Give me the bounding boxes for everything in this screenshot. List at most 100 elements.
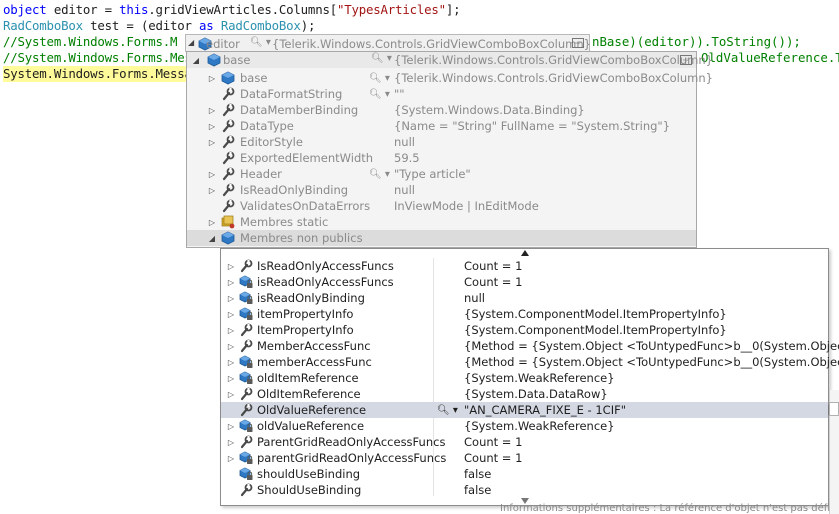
datatip-root-value: {Telerik.Windows.Controls.GridViewComboB… <box>272 37 591 51</box>
code-token: editor = <box>46 2 120 17</box>
expand-arrow-icon[interactable]: ▷ <box>227 389 235 399</box>
expand-arrow-icon[interactable]: ▷ <box>227 261 235 271</box>
property-icon <box>221 87 235 101</box>
subpanel-row[interactable]: shouldUseBinding false <box>221 466 828 482</box>
magnifier-icon[interactable]: 🔍︎ ▾ <box>371 53 392 64</box>
subpanel-row[interactable]: OldValueReference 🔍︎ ▾ "AN_CAMERA_FIXE_E -… <box>221 402 839 418</box>
panel-row-name: ValidatesOnDataErrors <box>240 199 371 213</box>
panel-row[interactable]: ◢ Membres non publics <box>187 230 696 246</box>
panel-row[interactable]: ▷ IsReadOnlyBinding null <box>187 182 696 198</box>
scroll-up-icon[interactable] <box>520 249 530 257</box>
datatip-panel: ◢ base 🔍︎ ▾ {Telerik.Windows.Controls.Gr… <box>186 51 713 248</box>
panel-row-value: null <box>394 183 415 197</box>
panel-row-name: Membres non publics <box>240 231 363 245</box>
expand-arrow-icon[interactable]: ▷ <box>208 105 216 115</box>
panel-row-name: Membres static <box>240 215 329 229</box>
expand-arrow-icon[interactable]: ▷ <box>227 293 235 303</box>
magnifier-icon[interactable]: 🔍︎ ▾ <box>369 87 391 101</box>
subpanel-row[interactable]: ▷ OldItemReference {System.Data.DataRow} <box>221 386 828 402</box>
subpanel-row[interactable]: ▷ memberAccessFunc {Method = {System.Objec… <box>221 354 839 370</box>
code-token: RadComboBox <box>220 18 301 33</box>
code-token: RadComboBox <box>3 18 83 33</box>
subpanel-row[interactable]: ▷ parentGridReadOnlyAccessFuncs Count = 1 <box>221 450 828 466</box>
expand-arrow-icon[interactable]: ▷ <box>208 137 216 147</box>
subpanel-row-value: {System.Data.DataRow} <box>464 387 608 401</box>
property-icon <box>239 323 253 337</box>
property-icon <box>221 135 235 149</box>
panel-row[interactable]: ▷ Membres static <box>187 214 696 230</box>
expand-arrow-icon[interactable]: ▷ <box>227 373 235 383</box>
collapse-arrow-icon[interactable]: ◢ <box>208 233 216 243</box>
datatip-root-name: editor <box>206 37 240 51</box>
expand-arrow-icon[interactable]: ▷ <box>227 325 235 335</box>
code-token: object <box>3 2 47 17</box>
expand-arrow-icon[interactable]: ▷ <box>227 357 235 367</box>
magnifier-icon[interactable]: 🔍︎ ▾ <box>369 71 391 85</box>
magnifier-icon[interactable]: 🔍︎ ▾ <box>369 167 391 181</box>
property-icon <box>221 119 235 133</box>
subpanel-row-value: {Method = {System.Object <ToUntypedFunc>… <box>464 339 839 353</box>
subpanel-row-name: ShouldUseBinding <box>257 483 362 497</box>
code-line-2: RadComboBox test = (editor as RadComboBo… <box>3 18 315 34</box>
expand-arrow-icon[interactable]: ▷ <box>208 73 216 83</box>
private-field-icon <box>239 371 253 385</box>
panel-row[interactable]: ▷ base 🔍︎ ▾ {Telerik.Windows.Controls.GridV… <box>187 70 713 86</box>
subpanel-row[interactable]: ▷ isReadOnlyBinding null <box>221 290 828 306</box>
panel-row[interactable]: ExportedElementWidth 59.5 <box>187 150 696 166</box>
pin-icon[interactable]: ⇨ <box>572 38 584 48</box>
subpanel-row-name: itemPropertyInfo <box>257 307 354 321</box>
panel-row[interactable]: ▷ EditorStyle null <box>187 134 696 150</box>
expand-arrow-icon[interactable]: ▷ <box>227 341 235 351</box>
expand-arrow-icon[interactable]: ▷ <box>227 437 235 447</box>
subpanel-row[interactable]: ▷ MemberAccessFunc {Method = {System.Objec… <box>221 338 839 354</box>
property-icon <box>239 259 253 273</box>
panel-row[interactable]: ▷ Header 🔍︎ ▾ "Type article" <box>187 166 696 182</box>
expand-arrow-icon[interactable]: ▷ <box>227 277 235 287</box>
expand-arrow-icon[interactable]: ▷ <box>227 421 235 431</box>
panel-row[interactable]: ▷ DataType {Name = "String" FullName = "Sy… <box>187 118 696 134</box>
magnifier-icon[interactable]: 🔍︎ ▾ <box>437 403 459 417</box>
subpanel-row[interactable]: ShouldUseBinding false <box>221 482 828 498</box>
background-exception-text: Informations supplémentaires : La référe… <box>500 503 830 514</box>
subpanel-row[interactable]: ▷ oldValueReference {System.WeakReference} <box>221 418 828 434</box>
expand-arrow-icon[interactable]: ▷ <box>227 453 235 463</box>
panel-row[interactable]: ▷ DataMemberBinding {System.Windows.Data.B… <box>187 102 696 118</box>
pin-icon[interactable] <box>829 402 839 416</box>
panel-row-name: DataMemberBinding <box>240 103 359 117</box>
private-field-icon <box>239 451 253 465</box>
expand-arrow-icon[interactable]: ▷ <box>208 217 216 227</box>
subpanel-row[interactable]: ▷ IsReadOnlyAccessFuncs Count = 1 <box>221 258 828 274</box>
datatip-subpanel: ▷ IsReadOnlyAccessFuncs Count = 1 ▷ isReadOn… <box>220 248 839 506</box>
expand-arrow-icon[interactable]: ▷ <box>208 185 216 195</box>
subpanel-row-value: {Method = {System.Object <ToUntypedFunc>… <box>464 355 839 369</box>
property-icon <box>239 387 253 401</box>
pin-icon[interactable]: ⇨ <box>680 55 692 65</box>
panel-header-value: {Telerik.Windows.Controls.GridViewComboB… <box>394 53 713 67</box>
expand-arrow-icon[interactable]: ▷ <box>208 121 216 131</box>
subpanel-row[interactable]: ▷ isReadOnlyAccessFuncs Count = 1 <box>221 274 828 290</box>
subpanel-row[interactable]: ▷ ItemPropertyInfo {System.ComponentModel.… <box>221 322 828 338</box>
private-field-icon <box>239 275 253 289</box>
private-field-icon <box>239 419 253 433</box>
subpanel-row-value: {System.ComponentModel.ItemPropertyInfo} <box>464 307 727 321</box>
collapse-arrow-icon[interactable]: ◢ <box>188 38 196 48</box>
expand-arrow-icon[interactable]: ▷ <box>227 309 235 319</box>
property-icon <box>239 483 253 497</box>
subpanel-row[interactable]: ▷ ParentGridReadOnlyAccessFuncs Count = 1 <box>221 434 828 450</box>
subpanel-row[interactable]: ▷ itemPropertyInfo {System.ComponentModel.… <box>221 306 828 322</box>
magnifier-icon[interactable]: 🔍︎ ▾ <box>250 37 271 48</box>
panel-row[interactable]: DataFormatString 🔍︎ ▾ "" <box>187 86 696 102</box>
subpanel-row-value: null <box>464 291 485 305</box>
expand-arrow-icon[interactable]: ▷ <box>208 169 216 179</box>
panel-header-row[interactable]: ◢ base 🔍︎ ▾ {Telerik.Windows.Controls.Gr… <box>187 52 713 68</box>
panel-row-value: "" <box>394 87 405 101</box>
collapse-arrow-icon[interactable]: ◢ <box>192 55 200 65</box>
datatip-root[interactable]: ◢ editor 🔍︎ ▾ {Telerik.Windows.Controls.… <box>185 34 591 52</box>
code-line-3-tail: nBase)(editor)).ToString()); <box>592 34 801 50</box>
private-field-icon <box>239 307 253 321</box>
panel-row[interactable]: ValidatesOnDataErrors InViewMode | InEdit… <box>187 198 696 214</box>
subpanel-row[interactable]: ▷ oldItemReference {System.WeakReference} <box>221 370 828 386</box>
property-icon <box>221 151 235 165</box>
code-line-4-tail: OldValueReference.To <box>701 50 839 65</box>
